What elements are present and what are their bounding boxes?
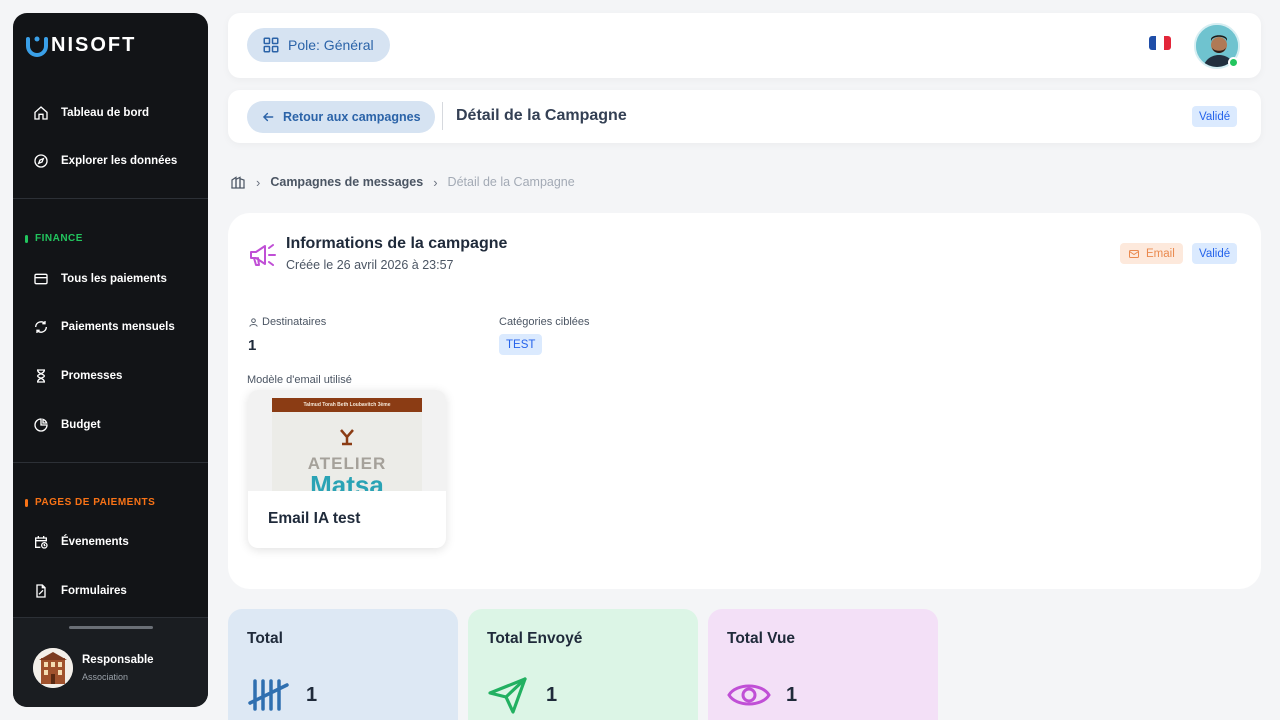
sidebar-item-label: Tableau de bord (61, 107, 149, 119)
breadcrumb-campaigns-link[interactable]: Campagnes de messages (270, 175, 423, 189)
mail-icon (1129, 249, 1139, 258)
section-marker (25, 498, 28, 507)
thumbnail-header: Talmud Torah Beth Loubavitch 3ème (272, 398, 422, 412)
tally-icon (248, 679, 289, 711)
back-to-campaigns-button[interactable]: Retour aux campagnes (247, 101, 435, 133)
header-divider (442, 102, 443, 130)
sidebar-item-explore[interactable]: Explorer les données (33, 153, 177, 169)
sidebar-item-budget[interactable]: Budget (33, 417, 101, 433)
category-tag: TEST (499, 334, 543, 355)
breadcrumb-separator: › (433, 174, 438, 190)
section-label-finance: FINANCE (25, 233, 83, 244)
sidebar-item-forms[interactable]: Formulaires (33, 583, 127, 599)
user-panel[interactable]: Responsable Association (13, 617, 208, 707)
drag-handle[interactable] (69, 626, 153, 629)
megaphone-icon (250, 244, 276, 266)
template-name: Email IA test (268, 510, 361, 527)
breadcrumb: › Campagnes de messages › Détail de la C… (230, 174, 575, 190)
online-status-dot (1228, 57, 1239, 68)
user-role: Association (82, 672, 129, 682)
creation-date: Créée le 26 avril 2026 à 23:57 (286, 258, 454, 272)
form-file-icon (36, 584, 46, 598)
pole-label: Pole: Général (288, 37, 374, 53)
refresh-icon (35, 321, 47, 333)
credit-card-icon (34, 273, 48, 285)
brand-name: NISOFT (51, 33, 137, 56)
language-flag-icon[interactable] (1149, 36, 1171, 50)
channel-label: Email (1146, 247, 1175, 260)
campaign-status-badge: Validé (1192, 243, 1238, 264)
sidebar-item-label: Budget (61, 419, 101, 431)
categories-label: Catégories ciblées (499, 316, 590, 328)
org-logo-icon (340, 429, 354, 446)
sidebar-item-events[interactable]: Évenements (33, 534, 129, 550)
sidebar-item-label: Tous les paiements (61, 273, 167, 285)
back-button-label: Retour aux campagnes (283, 110, 421, 124)
section-label-payment-pages: PAGES DE PAIEMENTS (25, 497, 155, 508)
stat-card-total: Total 1 (228, 609, 458, 720)
stat-title: Total (247, 630, 283, 647)
unisoft-logo-icon (26, 36, 48, 57)
page-header: Retour aux campagnes Détail de la Campag… (228, 90, 1261, 143)
recipients-label-text: Destinataires (262, 316, 327, 328)
stat-value: 1 (546, 684, 558, 706)
sidebar-item-label: Explorer les données (61, 155, 178, 167)
user-icon (249, 317, 258, 327)
stat-value: 1 (306, 684, 318, 706)
recipients-label: Destinataires (248, 316, 326, 328)
grid-icon (263, 37, 279, 53)
template-label: Modèle d'email utilisé (247, 374, 352, 386)
building-icon (33, 648, 73, 688)
sidebar-divider (13, 462, 208, 463)
channel-badge: Email (1120, 243, 1183, 264)
sidebar-item-pledges[interactable]: Promesses (33, 368, 122, 384)
organization-avatar (33, 648, 73, 688)
sidebar-item-all-payments[interactable]: Tous les paiements (33, 271, 167, 287)
arrow-left-icon (262, 112, 274, 122)
sidebar-item-label: Formulaires (61, 585, 127, 597)
email-template-card[interactable]: Talmud Torah Beth Loubavitch 3ème ATELIE… (248, 390, 446, 548)
app-logo[interactable]: NISOFT (25, 33, 136, 57)
pie-chart-icon (34, 418, 48, 432)
thumbnail-word-matsa: Matsa (310, 470, 384, 491)
page-title: Détail de la Campagne (456, 107, 627, 124)
sidebar-item-label: Évenements (61, 536, 129, 548)
pole-selector[interactable]: Pole: Général (247, 28, 390, 62)
compass-icon (34, 154, 48, 168)
user-name: Responsable (82, 654, 154, 666)
template-thumbnail: Talmud Torah Beth Loubavitch 3ème ATELIE… (248, 390, 446, 491)
home-icon (34, 106, 48, 120)
send-icon (488, 677, 527, 714)
stat-title: Total Envoyé (487, 630, 583, 647)
status-badge: Validé (1192, 106, 1238, 127)
recipients-value: 1 (248, 337, 257, 354)
sidebar-item-label: Promesses (61, 370, 123, 382)
organization-home-icon[interactable] (230, 174, 246, 190)
stat-card-sent: Total Envoyé 1 (468, 609, 698, 720)
section-marker (25, 234, 28, 243)
section-label-text: PAGES DE PAIEMENTS (35, 497, 156, 508)
top-bar: Pole: Général (228, 13, 1261, 78)
sidebar-item-label: Paiements mensuels (61, 321, 175, 333)
section-label-text: FINANCE (35, 233, 83, 244)
breadcrumb-separator: › (256, 174, 261, 190)
sidebar-item-dashboard[interactable]: Tableau de bord (33, 105, 149, 121)
breadcrumb-current: Détail de la Campagne (447, 175, 575, 189)
sidebar: NISOFT Tableau de bord Explorer les donn… (13, 13, 208, 707)
stat-card-views: Total Vue 1 (708, 609, 938, 720)
campaign-info-card: Informations de la campagne Créée le 26 … (228, 213, 1261, 589)
calendar-clock-icon (35, 536, 48, 549)
stat-title: Total Vue (727, 630, 796, 647)
sidebar-item-monthly-payments[interactable]: Paiements mensuels (33, 319, 175, 335)
card-title: Informations de la campagne (286, 235, 508, 252)
sidebar-divider (13, 198, 208, 199)
stat-value: 1 (786, 684, 798, 706)
eye-icon (727, 684, 771, 706)
hourglass-icon (36, 369, 46, 383)
